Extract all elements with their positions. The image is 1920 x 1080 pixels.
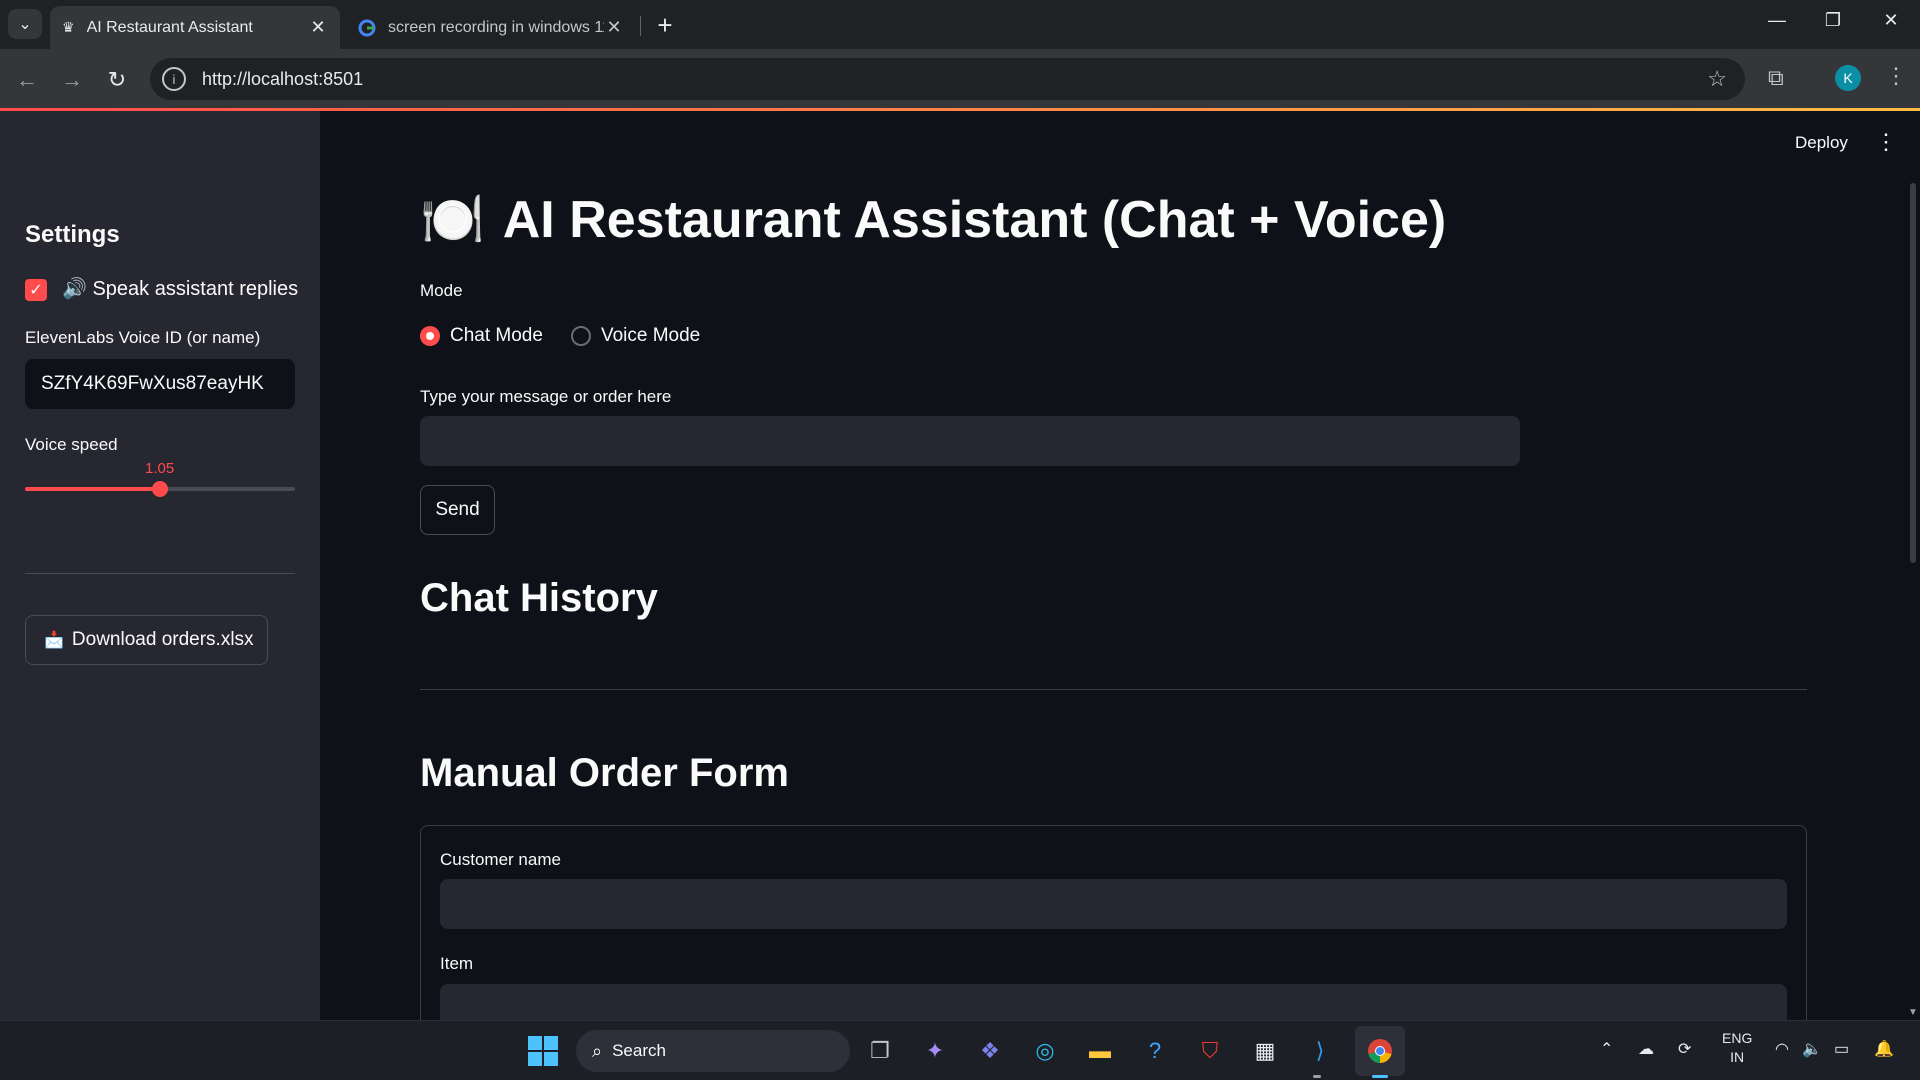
url-text: http://localhost:8501 [202, 68, 364, 89]
message-label: Type your message or order here [420, 387, 672, 406]
voice-speed-label: Voice speed [25, 435, 118, 454]
page-title: 🍽️ AI Restaurant Assistant (Chat + Voice… [420, 189, 1446, 250]
chrome-running-indicator [1372, 1075, 1388, 1078]
voice-speed-slider[interactable] [25, 481, 295, 497]
bookmark-star-icon[interactable]: ☆ [1707, 66, 1727, 92]
section-divider [420, 689, 1807, 690]
new-tab-button[interactable]: + [650, 10, 680, 41]
main-content: Deploy ⋮ ▼ 🍽️ AI Restaurant Assistant (C… [320, 111, 1920, 1075]
speak-replies-label[interactable]: 🔊 Speak assistant replies [62, 276, 298, 301]
volume-icon[interactable]: 🔈 [1802, 1039, 1822, 1059]
reload-icon[interactable]: ↻ [102, 67, 132, 93]
radio-unselected-icon[interactable] [570, 326, 591, 346]
slider-thumb[interactable] [152, 481, 168, 497]
back-icon[interactable]: ← [12, 67, 42, 93]
windows-taskbar: ⌕ Search ❐ ✦ ❖ ◎ ▬ ? ⛉ ▦ ⟩ ⌃ ☁ ⟳ ENG IN … [0, 1020, 1920, 1080]
manual-order-heading: Manual Order Form [420, 751, 789, 795]
slider-fill [25, 487, 160, 491]
search-label: Search [612, 1041, 666, 1060]
profile-avatar[interactable]: K [1835, 65, 1861, 91]
tab-title: screen recording in windows 11 [388, 18, 604, 36]
chevron-down-icon: ⌄ [18, 16, 32, 33]
task-view-icon[interactable]: ❐ [864, 1035, 896, 1067]
scrollbar[interactable] [1910, 183, 1916, 563]
tab-ai-restaurant-assistant[interactable]: ♛ AI Restaurant Assistant ✕ [50, 6, 340, 49]
close-tab-icon[interactable]: ✕ [308, 17, 328, 38]
download-orders-button[interactable]: 📩 Download orders.xlsx [25, 615, 268, 665]
radio-voice-mode[interactable]: Voice Mode [570, 325, 701, 347]
radio-label: Chat Mode [450, 325, 543, 346]
site-info-icon[interactable]: i [162, 67, 186, 91]
extensions-icon[interactable]: ⧉ [1768, 65, 1784, 91]
copilot-icon[interactable]: ✦ [919, 1035, 951, 1067]
item-label: Item [440, 954, 474, 973]
browser-tab-bar: ⌄ ♛ AI Restaurant Assistant ✕ screen rec… [0, 0, 1920, 49]
battery-icon[interactable]: ▭ [1834, 1039, 1849, 1059]
start-icon[interactable] [527, 1035, 559, 1067]
vscode-running-indicator [1313, 1075, 1321, 1078]
envelope-icon: 📩 [44, 632, 64, 649]
tab-search-button[interactable]: ⌄ [8, 9, 42, 39]
chrome-icon[interactable] [1364, 1035, 1396, 1067]
tab-screen-recording[interactable]: screen recording in windows 11 ✕ [346, 6, 636, 49]
search-icon: ⌕ [592, 1040, 603, 1061]
notification-bell-icon[interactable]: 🔔 [1874, 1039, 1894, 1059]
browser-menu-icon[interactable]: ⋮ [1885, 63, 1907, 89]
app-menu-icon[interactable]: ⋮ [1875, 129, 1897, 155]
radio-selected-icon[interactable] [420, 326, 440, 346]
plate-icon: 🍽️ [420, 191, 485, 249]
onedrive-icon[interactable]: ☁ [1638, 1039, 1654, 1059]
sidebar: Settings ✓ 🔊 Speak assistant replies Ele… [0, 111, 320, 1020]
show-hidden-icons-icon[interactable]: ⌃ [1600, 1039, 1613, 1059]
crown-icon: ♛ [62, 19, 75, 35]
speak-replies-checkbox[interactable]: ✓ [25, 279, 47, 301]
deploy-button[interactable]: Deploy [1795, 133, 1848, 153]
mcafee-icon[interactable]: ⛉ [1194, 1035, 1226, 1067]
sync-icon[interactable]: ⟳ [1678, 1039, 1691, 1059]
wifi-icon[interactable]: ◠ [1775, 1039, 1789, 1059]
voice-id-input[interactable]: SZfY4K69FwXus87eayHK [25, 359, 295, 409]
tab-title: AI Restaurant Assistant [86, 18, 253, 36]
store-icon[interactable]: ▦ [1249, 1035, 1281, 1067]
edge-icon[interactable]: ◎ [1029, 1035, 1061, 1067]
mode-radio-group: Chat Mode Voice Mode [420, 325, 728, 347]
vscode-icon[interactable]: ⟩ [1304, 1035, 1336, 1067]
restore-icon[interactable]: ❐ [1813, 10, 1853, 31]
sidebar-divider [25, 573, 295, 574]
customer-name-label: Customer name [440, 850, 561, 869]
download-label: Download orders.xlsx [71, 629, 254, 650]
scroll-down-icon[interactable]: ▼ [1908, 1007, 1918, 1018]
tab-separator [640, 16, 641, 36]
radio-chat-mode[interactable]: Chat Mode [420, 325, 543, 347]
help-icon[interactable]: ? [1139, 1035, 1171, 1067]
customer-name-input[interactable] [440, 879, 1787, 929]
voice-id-label: ElevenLabs Voice ID (or name) [25, 328, 261, 347]
voice-speed-value: 1.05 [145, 460, 175, 477]
message-input[interactable] [420, 416, 1520, 466]
sidebar-title: Settings [25, 221, 120, 248]
radio-label: Voice Mode [600, 325, 701, 346]
close-tab-icon[interactable]: ✕ [604, 17, 624, 38]
language-indicator[interactable]: ENG IN [1722, 1029, 1752, 1067]
mode-label: Mode [420, 281, 463, 300]
url-input[interactable]: i http://localhost:8501 ☆ [150, 58, 1745, 100]
teams-icon[interactable]: ❖ [974, 1035, 1006, 1067]
file-explorer-icon[interactable]: ▬ [1084, 1035, 1116, 1067]
taskbar-search[interactable]: ⌕ Search [576, 1030, 850, 1072]
forward-icon[interactable]: → [57, 67, 87, 93]
lang-line2: IN [1730, 1049, 1745, 1065]
page-title-text: AI Restaurant Assistant (Chat + Voice) [502, 190, 1447, 249]
send-button[interactable]: Send [420, 485, 495, 535]
address-bar-row: ← → ↻ i http://localhost:8501 ☆ [0, 49, 1920, 109]
close-window-icon[interactable]: ✕ [1871, 10, 1911, 31]
minimize-icon[interactable]: — [1757, 10, 1797, 31]
lang-line1: ENG [1722, 1030, 1753, 1046]
chat-history-heading: Chat History [420, 576, 658, 620]
google-icon [358, 19, 376, 36]
